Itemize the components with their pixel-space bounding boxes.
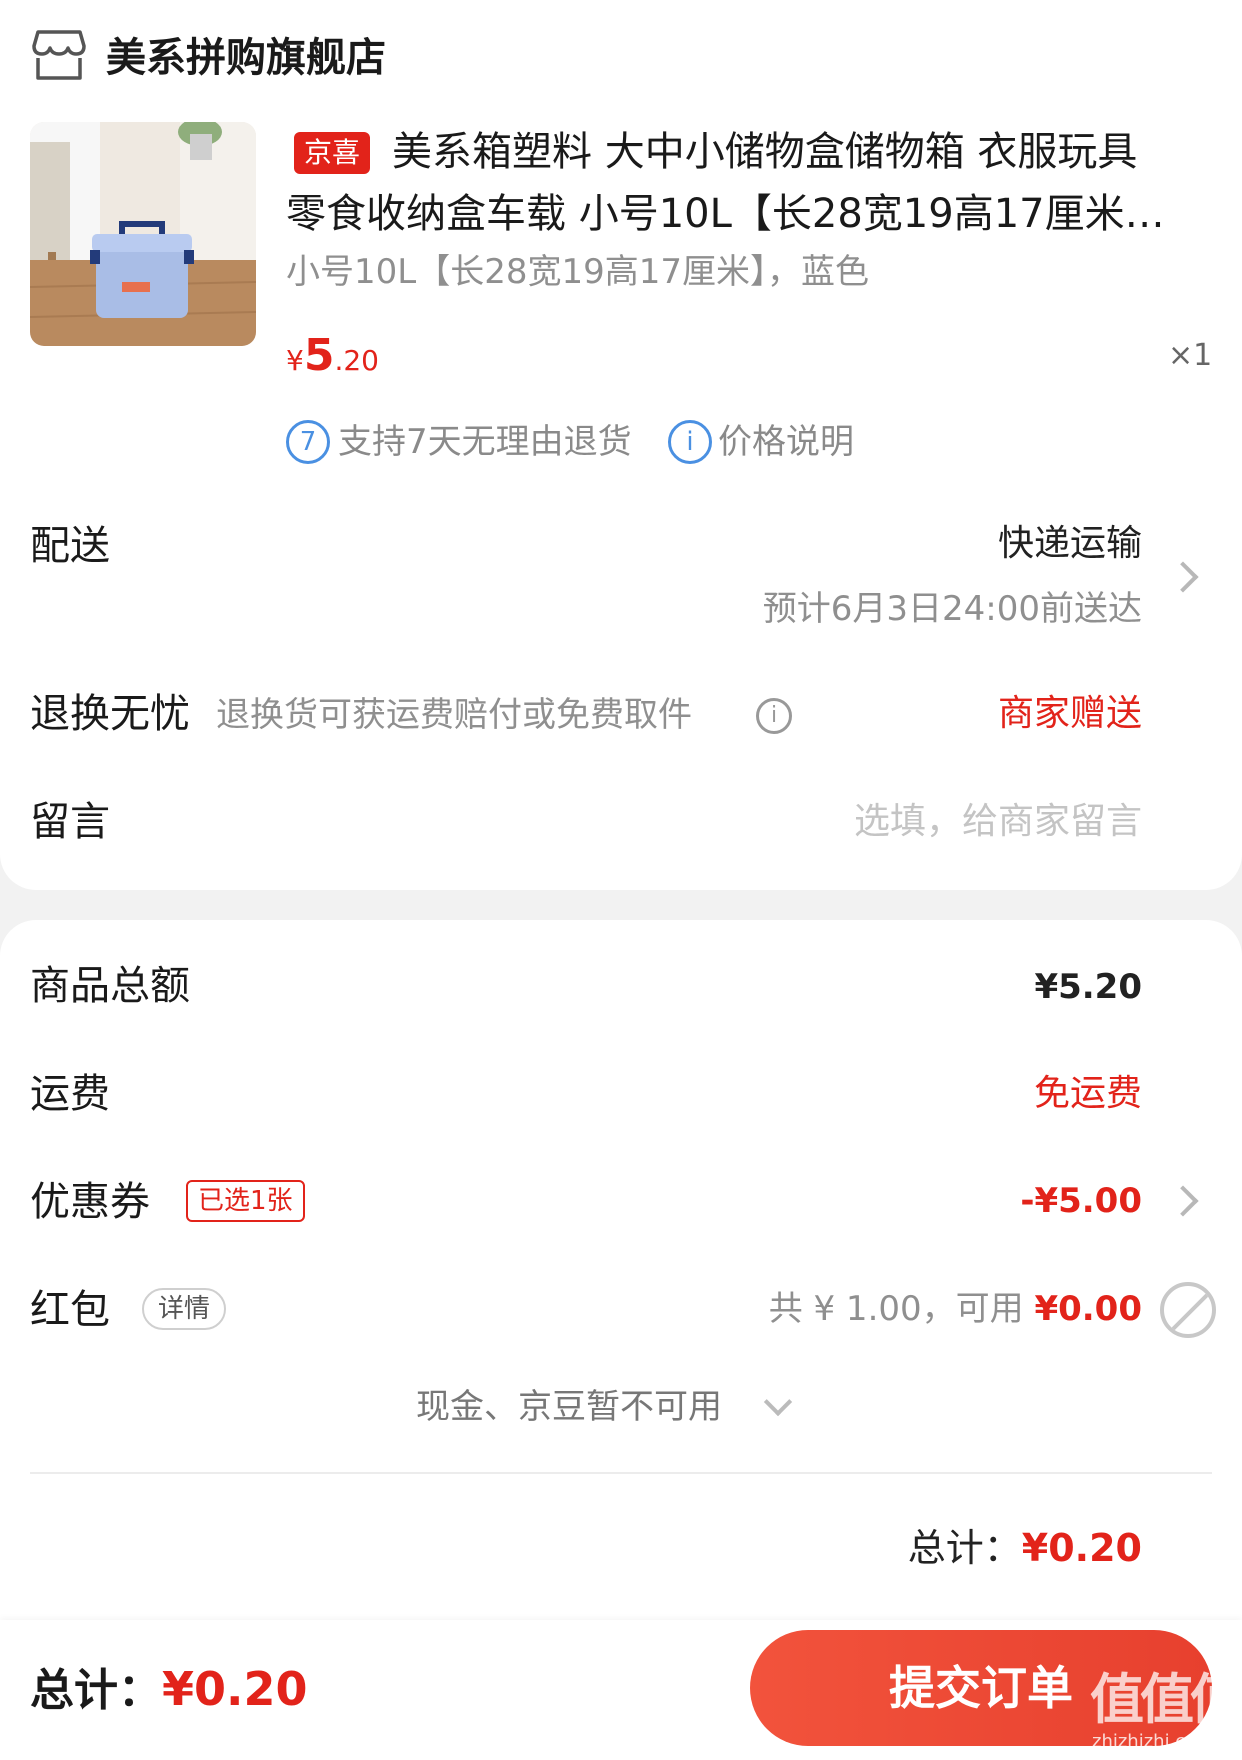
redpacket-total: 共 ¥ 1.00，可用 — [768, 1289, 1035, 1329]
coupon-value[interactable]: -¥5.00 — [1020, 1176, 1142, 1226]
shipping-label: 运费 — [30, 1071, 110, 1117]
bottom-total-label: 总计： — [30, 1665, 162, 1716]
subtotal: 总计：¥0.20 — [908, 1520, 1142, 1584]
disabled-circle-icon[interactable] — [1160, 1282, 1216, 1338]
redpacket-balance: 共 ¥ 1.00，可用 ¥0.00 — [769, 1284, 1142, 1334]
price-decimal: .20 — [334, 344, 379, 377]
goods-total-label: 商品总额 — [30, 963, 190, 1009]
product-title-line1[interactable]: 美系箱塑料 大中小储物盒储物箱 衣服玩具 — [392, 124, 1137, 180]
goods-total-value: ¥5.20 — [1034, 967, 1142, 1007]
coupon-selected-chip[interactable]: 已选1张 — [186, 1180, 305, 1222]
subtotal-label: 总计： — [907, 1526, 1022, 1570]
order-item-card: 美系拼购旗舰店 京喜 美系箱塑料 大中小储物盒储物箱 衣服玩具 零食收纳盒车载 … — [0, 0, 1242, 890]
redpacket-label: 红包 — [30, 1287, 110, 1333]
shipping-value: 免运费 — [1033, 1073, 1142, 1114]
watermark-url: zhizhizhi.com — [1092, 1731, 1214, 1752]
jingxi-tag: 京喜 — [294, 132, 371, 174]
product-image[interactable] — [30, 122, 256, 346]
divider — [30, 1472, 1212, 1474]
product-quantity: ×1 — [1168, 338, 1213, 373]
redpacket-available: ¥0.00 — [1034, 1289, 1142, 1329]
delivery-chevron-icon[interactable] — [1167, 561, 1199, 593]
return-info-icon[interactable]: i — [756, 698, 792, 734]
delivery-method[interactable]: 快递运输 — [998, 518, 1142, 570]
product-price: ¥5.20 — [286, 330, 379, 391]
bottom-total-value: ¥0.20 — [162, 1662, 308, 1716]
coupon-label: 优惠券 — [30, 1179, 150, 1225]
redpacket-details-button[interactable]: 详情 — [142, 1288, 227, 1330]
product-title-line2[interactable]: 零食收纳盒车载 小号10L【长28宽19高17厘米… — [286, 186, 1186, 242]
return-value: 商家赠送 — [997, 693, 1142, 734]
subtotal-value: ¥0.20 — [1021, 1526, 1142, 1570]
price-integer: 5 — [303, 330, 335, 381]
bottom-total: 总计：¥0.20 — [30, 1656, 308, 1733]
info-icon: i — [668, 420, 712, 464]
store-icon — [32, 30, 86, 80]
service-return-7day[interactable]: 支持7天无理由退货 — [338, 417, 632, 467]
delivery-eta: 预计6月3日24:00前送达 — [762, 589, 1142, 629]
price-currency: ¥ — [286, 344, 304, 377]
delivery-label: 配送 — [30, 523, 110, 569]
product-spec[interactable]: 小号10L【长28宽19高17厘米】，蓝色 — [286, 248, 869, 296]
return-label: 退换无忧 — [30, 691, 190, 737]
return-description: 退换货可获运费赔付或免费取件 — [216, 695, 692, 735]
cash-unavailable-note[interactable]: 现金、京豆暂不可用 — [416, 1382, 722, 1432]
message-label: 留言 — [30, 799, 110, 845]
price-summary-card — [0, 920, 1242, 1620]
seven-day-icon: 7 — [286, 420, 330, 464]
watermark-logo: 值值值 — [1090, 1668, 1242, 1731]
price-explanation-link[interactable]: 价格说明 — [718, 417, 854, 467]
message-input[interactable]: 选填，给商家留言 — [854, 796, 1142, 848]
store-name[interactable]: 美系拼购旗舰店 — [106, 30, 386, 86]
